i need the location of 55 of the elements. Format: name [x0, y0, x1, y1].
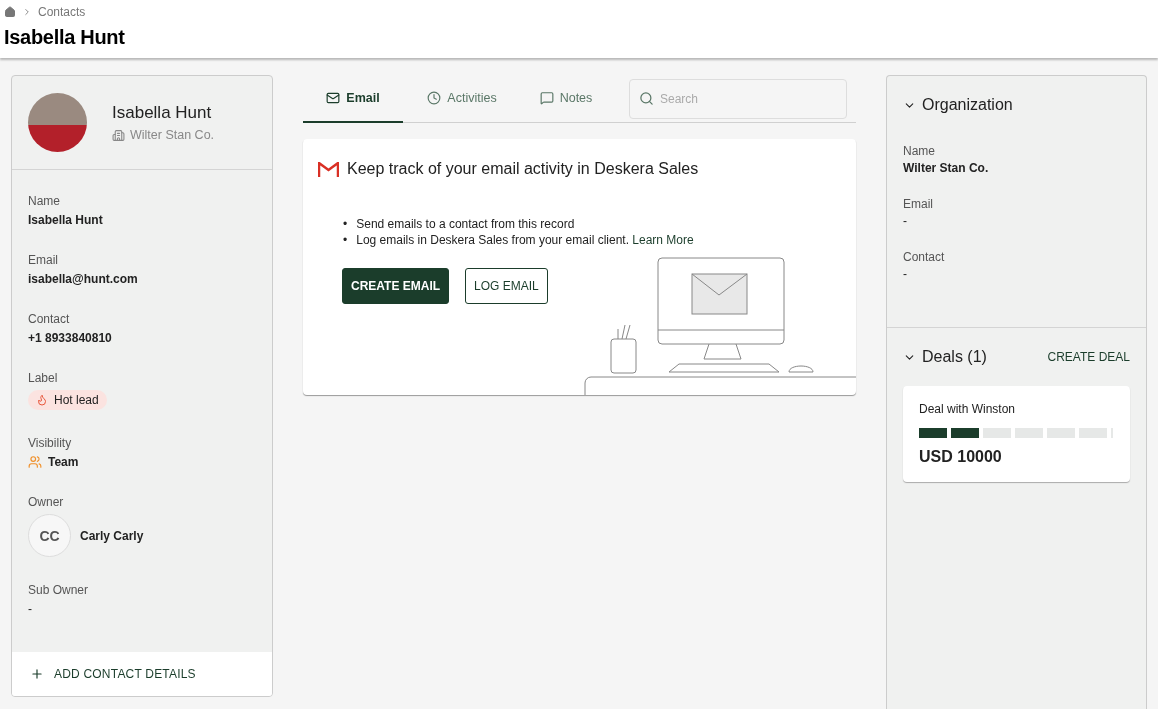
field-value: Isabella Hunt: [28, 213, 104, 227]
field-label: Sub Owner: [28, 583, 90, 597]
field-value: -: [903, 214, 908, 228]
people-icon: [28, 455, 42, 469]
chevron-icon: [22, 7, 32, 17]
field-value: isabella@hunt.com: [28, 272, 139, 286]
learn-more-link[interactable]: Learn More: [632, 233, 694, 247]
field-value: Team: [48, 455, 79, 469]
field-label: Contact: [28, 312, 71, 326]
field-label: Contact: [903, 250, 946, 264]
plus-icon: [30, 667, 44, 681]
bullet-marker: •: [343, 216, 348, 232]
create-deal-button[interactable]: CREATE DEAL: [1047, 350, 1130, 364]
search-icon: [639, 90, 654, 106]
flame-icon: [36, 394, 48, 406]
owner-avatar: CC: [28, 514, 71, 557]
note-icon: [539, 91, 554, 105]
mail-logo-icon: [318, 161, 339, 177]
bullet-marker: •: [343, 232, 348, 248]
clock-icon: [427, 91, 442, 105]
field-value: Carly Carly: [80, 528, 144, 543]
company-name: Wilter Stan Co.: [130, 128, 215, 142]
field-label: Visibility: [28, 436, 73, 450]
field-value: Wilter Stan Co.: [903, 161, 990, 175]
section-toggle[interactable]: Deals (1): [903, 348, 987, 366]
log-email-button[interactable]: LOG EMAIL: [465, 268, 548, 304]
field-value: -: [903, 267, 908, 281]
field-label: Email: [903, 197, 934, 211]
field-label: Owner: [28, 495, 65, 509]
field-label: Name: [903, 144, 936, 158]
field-label: Name: [28, 194, 61, 208]
deal-amount: USD 10000: [919, 448, 1003, 466]
contact-name: Isabella Hunt: [112, 103, 213, 123]
field-label: Label: [28, 371, 59, 385]
breadcrumb-link[interactable]: Contacts: [38, 5, 86, 19]
bullet-text: Send emails to a contact from this record: [356, 216, 575, 232]
add-contact-details-button[interactable]: ADD CONTACT DETAILS: [12, 652, 272, 696]
bullet-text: Log emails in Deskera Sales from your email client. Learn More: [356, 232, 694, 248]
page-title: Isabella Hunt: [4, 26, 126, 49]
search-field[interactable]: Search: [629, 78, 847, 119]
deal-card[interactable]: Deal with Winston USD 10000: [903, 386, 1130, 482]
field-value: -: [28, 602, 33, 616]
building-icon: [112, 128, 125, 142]
label-tag: Hot lead: [28, 390, 107, 410]
tab[interactable]: Email: [303, 75, 403, 123]
field-value: +1 8933840810: [28, 331, 113, 345]
mail-icon: [326, 91, 341, 105]
deal-name: Deal with Winston: [919, 402, 1017, 416]
card-title: Keep track of your email activity in Deskera Sales: [347, 160, 699, 178]
tab[interactable]: Notes: [521, 75, 611, 123]
field-label: Email: [28, 253, 59, 267]
home-icon[interactable]: [4, 6, 16, 18]
section-toggle[interactable]: Organization: [903, 96, 1013, 114]
create-email-button[interactable]: CREATE EMAIL: [342, 268, 450, 304]
tab[interactable]: Activities: [403, 75, 521, 123]
